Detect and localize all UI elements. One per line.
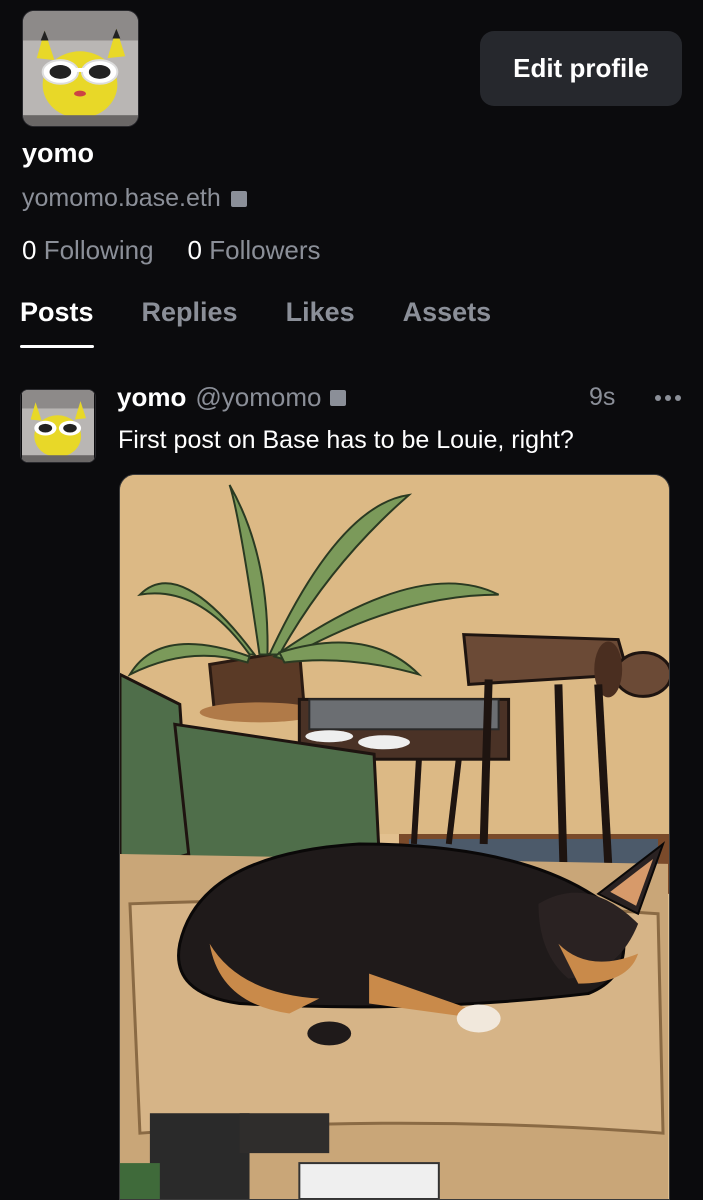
tab-assets[interactable]: Assets [403, 297, 492, 328]
profile-tabs: Posts Replies Likes Assets [20, 297, 492, 348]
followers-count: 0 [187, 235, 202, 265]
verified-square-icon [330, 389, 347, 406]
tab-likes[interactable]: Likes [286, 297, 355, 328]
followers-link[interactable]: 0 Followers [188, 235, 321, 266]
pikachu-avatar-icon [22, 390, 94, 462]
following-count: 0 [22, 235, 37, 265]
post-author-handle[interactable]: @yomomo [195, 382, 321, 413]
follow-stats: 0 Following 0 Followers [22, 235, 320, 266]
followers-label: Followers [209, 235, 321, 265]
verified-square-icon [230, 190, 247, 207]
more-options-icon[interactable] [648, 384, 688, 412]
following-label: Following [43, 235, 154, 265]
post-text: First post on Base has to be Louie, righ… [118, 426, 574, 454]
tab-posts[interactable]: Posts [20, 297, 94, 348]
tab-replies[interactable]: Replies [142, 297, 238, 328]
profile-avatar[interactable] [22, 10, 139, 127]
post-timestamp: 9s [589, 383, 616, 411]
sleeping-dog-illustration-icon [120, 475, 669, 1199]
post-author-name[interactable]: yomo [117, 382, 186, 413]
post-header: yomo @yomomo [117, 382, 347, 413]
post-author-avatar[interactable] [20, 389, 96, 463]
profile-display-name: yomo [22, 138, 95, 168]
post-image[interactable] [119, 474, 670, 1200]
pikachu-avatar-icon [23, 11, 138, 126]
profile-handle: yomomo.base.eth [22, 184, 221, 212]
profile-handle-row: yomomo.base.eth [22, 184, 247, 213]
following-link[interactable]: 0 Following [22, 235, 154, 266]
edit-profile-button[interactable]: Edit profile [480, 31, 682, 106]
